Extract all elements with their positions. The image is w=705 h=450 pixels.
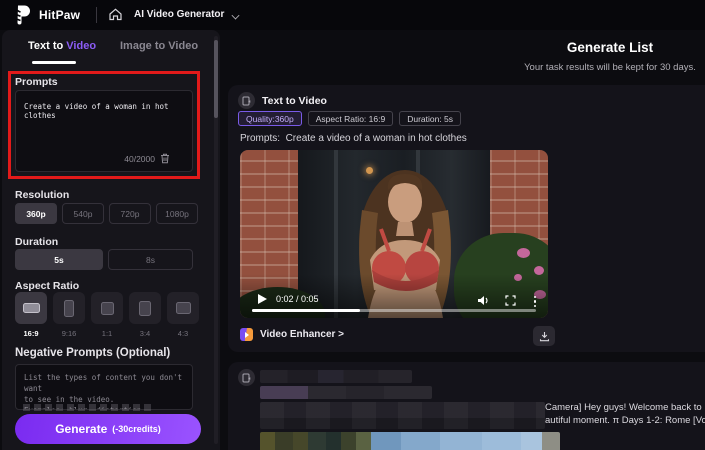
blurred-tags-mosaic [260, 386, 432, 399]
generate-button-credits: (-30credits) [112, 424, 161, 434]
resolution-option-1080p[interactable]: 1080p [156, 203, 198, 224]
text-to-video-icon [242, 373, 251, 382]
landscape-16-9-icon [22, 303, 40, 313]
page-title: Generate List [566, 40, 654, 55]
generate-list-item-2: Camera] Hey guys! Welcome back to autifu… [228, 362, 705, 450]
video-enhancer-icon [240, 328, 253, 341]
aspect-ratio-label: Aspect Ratio [15, 280, 80, 292]
hitpaw-paw-icon [15, 5, 30, 25]
blurred-title-mosaic [260, 370, 412, 383]
more-vertical-icon[interactable] [533, 295, 536, 307]
hitpaw-app-window: HitPaw AI Video Generator Text to Video … [0, 0, 705, 450]
home-icon[interactable] [108, 7, 123, 22]
resolution-label: Resolution [15, 189, 70, 201]
tab-text-to-video[interactable]: Text to Video [28, 40, 96, 52]
landscape-4-3-icon [175, 302, 191, 314]
resolution-option-540p[interactable]: 540p [62, 203, 104, 224]
portrait-9-16-icon [64, 299, 74, 317]
aspect-ratio-caption-9-16: 9:16 [61, 329, 77, 338]
portrait-3-4-icon [139, 300, 151, 316]
trash-icon[interactable] [160, 153, 170, 164]
video-player[interactable]: 0:02 / 0:05 [240, 150, 548, 318]
volume-icon[interactable] [477, 295, 490, 306]
aspect-ratio-caption-3-4: 3:4 [139, 329, 151, 338]
text-to-video-badge [238, 92, 255, 109]
prompts-textarea[interactable]: Create a video of a woman in hot clothes… [15, 90, 193, 172]
topbar-divider [96, 7, 97, 23]
generate-button[interactable]: Generate (-30credits) [15, 414, 201, 444]
download-button[interactable] [533, 326, 555, 346]
active-tab-underline [32, 61, 76, 64]
blurred-prompts-mosaic [260, 402, 545, 429]
card-prompts-value: Create a video of a woman in hot clothes [285, 133, 467, 144]
sidebar: Text to Video Image to Video Prompts Cre… [2, 30, 220, 450]
aspect-ratio-option-4-3[interactable] [167, 292, 199, 324]
app-title-dropdown[interactable]: AI Video Generator [134, 9, 224, 20]
card-prompts-line: Prompts: Create a video of a woman in ho… [240, 133, 467, 144]
tab-image-to-video[interactable]: Image to Video [120, 40, 198, 52]
prompts-char-counter: 40/2000 [124, 153, 155, 164]
card-type-label: Text to Video [262, 95, 327, 107]
video-progress-bar[interactable] [252, 309, 536, 312]
negative-prompts-label: Negative Prompts (Optional) [15, 347, 171, 359]
play-icon[interactable] [258, 294, 267, 304]
video-progress-fill [252, 309, 360, 312]
card2-prompt-visible-line2: autiful moment. π Days 1-2: Rome [Vo [545, 415, 705, 426]
download-icon [539, 331, 549, 341]
resolution-option-720p[interactable]: 720p [109, 203, 151, 224]
aspect-ratio-option-16-9[interactable] [15, 292, 47, 324]
generate-list-item-1: Text to Video Quality:360p Aspect Ratio:… [228, 85, 705, 352]
duration-option-8s[interactable]: 8s [108, 249, 193, 270]
duration-label: Duration [15, 236, 59, 248]
aspect-ratio-option-1-1[interactable] [91, 292, 123, 324]
card2-prompt-visible-line1: Camera] Hey guys! Welcome back to [545, 402, 702, 413]
sidebar-scrollbar-thumb[interactable] [214, 40, 218, 118]
topbar: HitPaw AI Video Generator [0, 0, 705, 30]
retention-note: Your task results will be kept for 30 da… [524, 62, 696, 73]
aspect-ratio-option-9-16[interactable] [53, 292, 85, 324]
prompts-label: Prompts [15, 76, 58, 88]
chevron-down-icon[interactable] [231, 11, 240, 20]
aspect-ratio-caption-1-1: 1:1 [101, 329, 113, 338]
fullscreen-icon[interactable] [505, 295, 516, 306]
prompts-value: Create a video of a woman in hot clothes [24, 102, 169, 120]
card-tags: Quality:360p Aspect Ratio: 16:9 Duration… [238, 111, 462, 126]
tab-text-to-video-label: Text to [28, 40, 67, 52]
aspect-ratio-caption-16-9: 16:9 [23, 329, 39, 338]
brand-logo: HitPaw [12, 4, 80, 25]
quality-tag: Quality:360p [238, 111, 302, 126]
flower-art [517, 248, 530, 258]
video-enhancer-link[interactable]: Video Enhancer > [240, 328, 344, 341]
aspect-ratio-tag: Aspect Ratio: 16:9 [307, 111, 394, 126]
tab-text-to-video-label-accent: Video [66, 40, 97, 52]
blurred-thumbnail-mosaic [260, 432, 560, 450]
text-to-video-icon [242, 96, 251, 105]
resolution-option-360p[interactable]: 360p [15, 203, 57, 224]
aspect-ratio-option-3-4[interactable] [129, 292, 161, 324]
video-enhancer-label: Video Enhancer > [260, 329, 345, 340]
text-to-video-badge-2 [238, 369, 255, 386]
generate-list-header: Generate List Your task results will be … [460, 40, 705, 73]
duration-tag: Duration: 5s [399, 111, 462, 126]
generate-button-label: Generate [55, 422, 108, 436]
brand-name: HitPaw [39, 7, 81, 22]
card-prompts-label: Prompts: [240, 133, 281, 144]
aspect-ratio-caption-4-3: 4:3 [177, 329, 189, 338]
playback-time: 0:02 / 0:05 [276, 294, 319, 304]
square-1-1-icon [100, 301, 114, 315]
duration-option-5s[interactable]: 5s [15, 249, 103, 270]
negative-prompts-faded-line [23, 404, 153, 411]
